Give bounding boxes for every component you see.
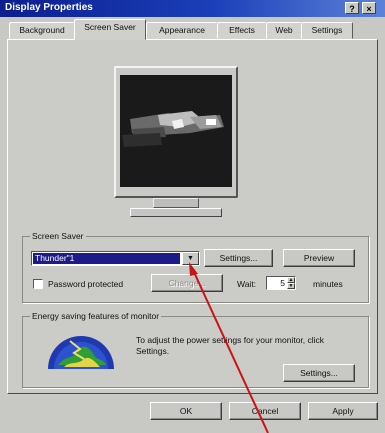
screen-saver-settings-button[interactable]: Settings... (204, 249, 273, 267)
cancel-button[interactable]: Cancel (229, 402, 301, 420)
preview-button[interactable]: Preview (283, 249, 355, 267)
tab-background[interactable]: Background (9, 22, 75, 39)
ok-button[interactable]: OK (150, 402, 222, 420)
password-protected-checkbox[interactable] (33, 279, 43, 289)
password-protected-label[interactable]: Password protected (48, 279, 123, 289)
monitor-base (130, 208, 222, 217)
energy-star-icon (44, 325, 118, 371)
help-button[interactable]: ? (345, 2, 359, 14)
minutes-label: minutes (313, 279, 343, 289)
wait-label: Wait: (237, 279, 257, 289)
energy-group-label: Energy saving features of monitor (30, 311, 162, 321)
screen-saver-preview-image (120, 75, 232, 187)
screen-saver-group (22, 236, 369, 303)
window-title: Display Properties (5, 2, 93, 13)
monitor-neck (153, 198, 199, 208)
energy-settings-button[interactable]: Settings... (283, 364, 355, 382)
tab-screen-saver[interactable]: Screen Saver (74, 19, 146, 40)
title-bar[interactable]: Display Properties ? × (0, 0, 385, 17)
spin-down-icon[interactable]: ▼ (287, 283, 295, 289)
screen-saver-selected-value[interactable]: Thunder"1 (33, 253, 180, 264)
tab-web[interactable]: Web (266, 22, 302, 39)
tab-effects[interactable]: Effects (217, 22, 267, 39)
apply-button[interactable]: Apply (308, 402, 378, 420)
chevron-down-icon[interactable]: ▼ (182, 252, 199, 265)
energy-description: To adjust the power settings for your mo… (136, 335, 325, 356)
change-password-button[interactable]: Change... (151, 274, 223, 292)
preview-screen (120, 75, 232, 187)
tab-appearance[interactable]: Appearance (146, 22, 218, 39)
tab-settings[interactable]: Settings (301, 22, 353, 39)
close-button[interactable]: × (362, 2, 376, 14)
screen-saver-group-label: Screen Saver (30, 231, 86, 241)
